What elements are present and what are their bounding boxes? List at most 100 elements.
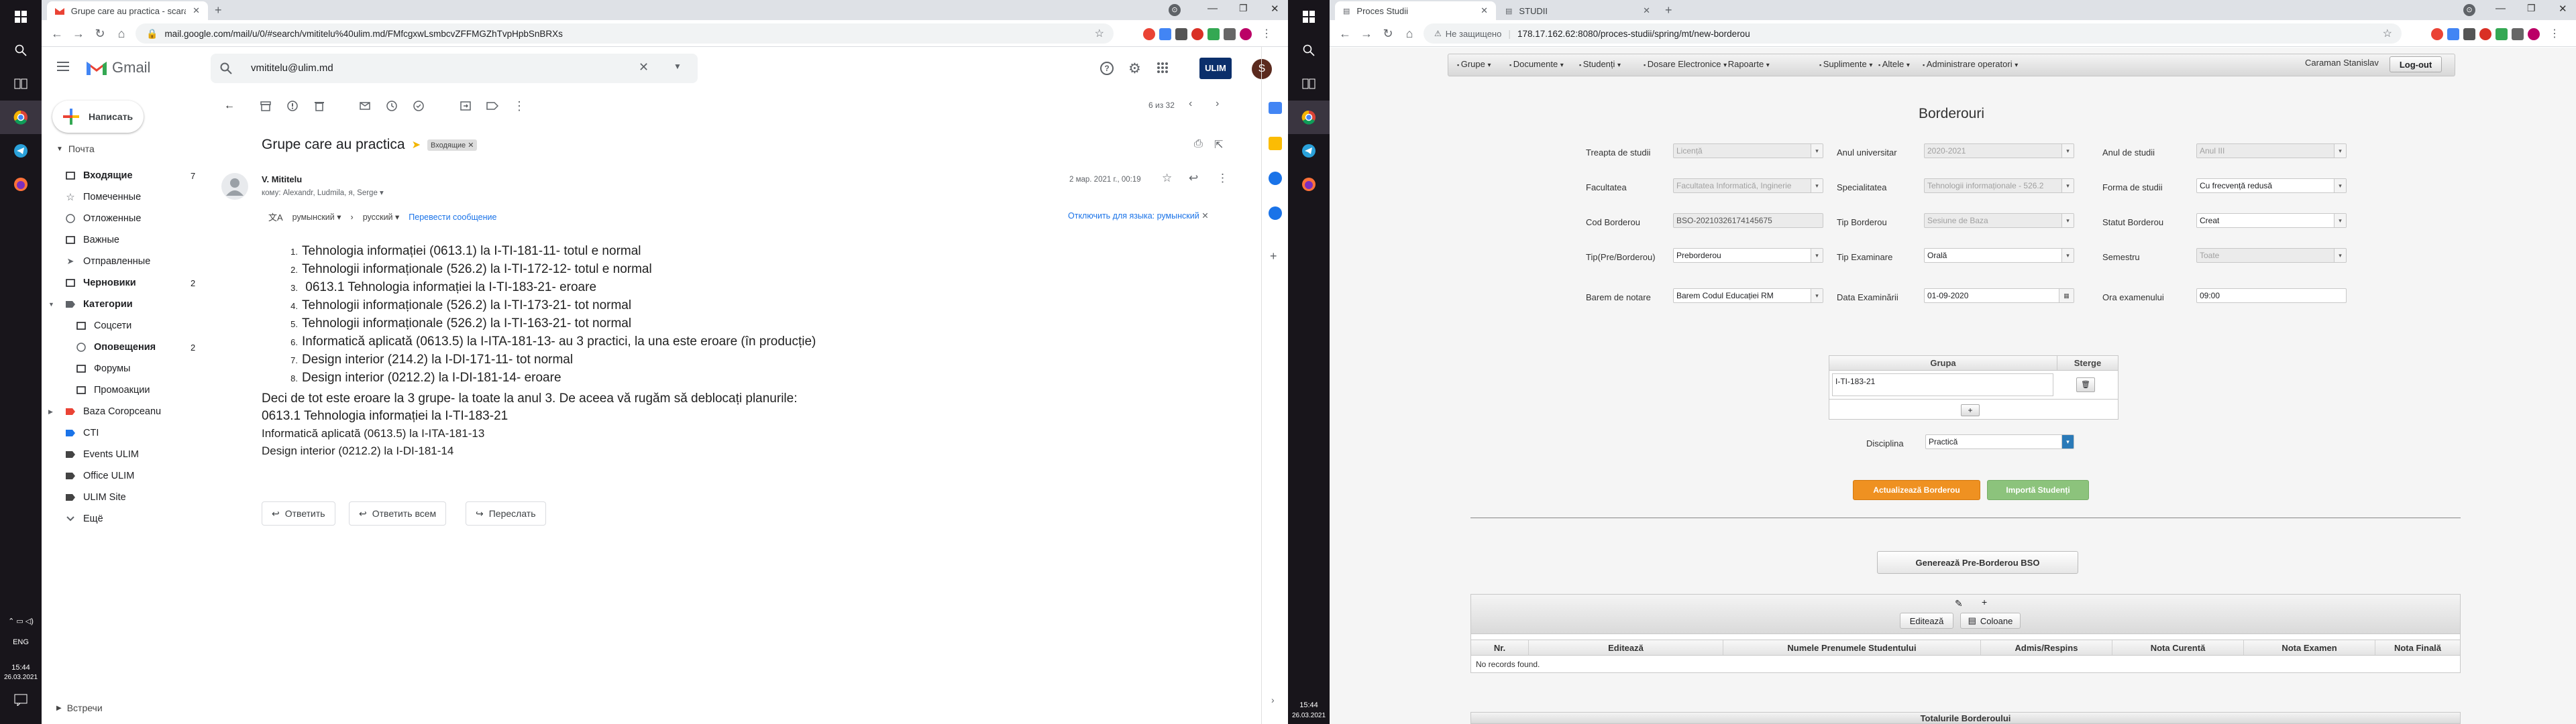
swap-icon[interactable]: › bbox=[351, 213, 354, 222]
sidebar-item-9[interactable]: Форумы bbox=[42, 358, 243, 379]
source-language-select[interactable]: румынский ▾ bbox=[292, 212, 341, 222]
notification-icon[interactable] bbox=[14, 694, 28, 706]
keep-icon[interactable] bbox=[1269, 137, 1282, 150]
new-tab-icon[interactable]: + bbox=[1665, 3, 1672, 17]
minimize-icon[interactable]: — bbox=[1208, 3, 1218, 14]
star-icon[interactable]: ☆ bbox=[1162, 172, 1172, 185]
language-indicator[interactable]: ENG bbox=[0, 638, 42, 646]
search-query[interactable]: vmititelu@ulim.md bbox=[251, 62, 333, 74]
search-icon[interactable] bbox=[1288, 34, 1330, 67]
chrome-icon[interactable] bbox=[0, 101, 42, 134]
settings-gear-icon[interactable]: ⚙ bbox=[1128, 60, 1141, 77]
move-to-icon[interactable] bbox=[458, 98, 474, 114]
start-icon[interactable] bbox=[0, 0, 42, 34]
older-icon[interactable]: › bbox=[1216, 98, 1219, 110]
search-icon[interactable] bbox=[0, 34, 42, 67]
recipients[interactable]: кому: Alexandr, Ludmila, я, Serge ▾ bbox=[262, 188, 384, 197]
extension-2-icon[interactable] bbox=[2447, 28, 2459, 40]
task-view-icon[interactable] bbox=[1288, 67, 1330, 101]
clear-search-icon[interactable]: ✕ bbox=[639, 60, 649, 74]
url-input[interactable]: ⚠ Не защищено | 178.17.162.62:8080/proce… bbox=[1424, 23, 2402, 44]
label-icon[interactable] bbox=[484, 98, 500, 114]
maximize-icon[interactable]: ❐ bbox=[1239, 3, 1248, 14]
menu-item-5[interactable]: ▪ Suplimente ▾ bbox=[1819, 59, 1872, 69]
clock-time[interactable]: 15:44 bbox=[0, 664, 42, 672]
menu-kebab-icon[interactable]: ⋮ bbox=[1261, 27, 1272, 40]
profile-avatar-icon[interactable] bbox=[1240, 28, 1252, 40]
home-icon[interactable]: ⌂ bbox=[1399, 23, 1419, 44]
help-icon[interactable]: ? bbox=[1100, 62, 1114, 75]
back-to-list-icon[interactable]: ← bbox=[221, 98, 237, 114]
gmail-logo[interactable]: Gmail bbox=[85, 59, 150, 76]
compose-button[interactable]: Написать bbox=[52, 101, 144, 133]
menu-item-4[interactable]: ▪ Rapoarte ▾ bbox=[1724, 59, 1770, 69]
menu-item-7[interactable]: ▪ Administrare operatori ▾ bbox=[1923, 59, 2018, 69]
archive-icon[interactable] bbox=[258, 98, 274, 114]
maximize-icon[interactable]: ❐ bbox=[2527, 3, 2536, 14]
meet-section[interactable]: ▶ Встречи bbox=[56, 703, 103, 713]
extension-4-icon[interactable] bbox=[2479, 28, 2491, 40]
sidebar-item-2[interactable]: Отложенные bbox=[42, 208, 243, 229]
show-panel-icon[interactable]: › bbox=[1271, 695, 1275, 705]
ora-input[interactable]: 09:00 bbox=[2196, 288, 2347, 303]
sender-name[interactable]: V. Mititelu bbox=[262, 174, 302, 184]
tippre-select[interactable]: Preborderou ▾ bbox=[1673, 248, 1823, 263]
sidebar-item-14[interactable]: Office ULIM bbox=[42, 465, 243, 487]
print-icon[interactable]: ⎙ bbox=[1194, 138, 1203, 150]
reply-all-button[interactable]: ↩ Ответить всем bbox=[349, 501, 447, 526]
mail-section-header[interactable]: ▼ Почта bbox=[56, 143, 95, 154]
menu-item-1[interactable]: ▪ Documente ▾ bbox=[1509, 59, 1564, 69]
expand-icon[interactable]: ▼ bbox=[48, 301, 54, 308]
extension-1-icon[interactable] bbox=[1143, 28, 1155, 40]
sidebar-item-0[interactable]: Входящие 7 bbox=[42, 165, 243, 186]
disable-translate-link[interactable]: Отключить для языка: румынский ✕ bbox=[1068, 210, 1209, 221]
barem-select[interactable]: Barem Codul Educației RM ▾ bbox=[1673, 288, 1823, 303]
col-nota-curenta[interactable]: Nota Curentă bbox=[2112, 640, 2244, 655]
apps-grid-icon[interactable] bbox=[1157, 62, 1169, 74]
home-icon[interactable]: ⌂ bbox=[111, 23, 131, 44]
col-nota-finala[interactable]: Nota Finală bbox=[2375, 640, 2460, 655]
sidebar-item-15[interactable]: ULIM Site bbox=[42, 487, 243, 508]
col-nume[interactable]: Numele Prenumele Studentului bbox=[1723, 640, 1981, 655]
grupa-input[interactable]: I-TI-183-21 bbox=[1832, 373, 2053, 396]
telegram-icon[interactable] bbox=[1288, 134, 1330, 168]
forward-button[interactable]: ↪ Переслать bbox=[466, 501, 546, 526]
ulim-logo[interactable]: ULIM bbox=[1199, 58, 1232, 79]
back-icon[interactable]: ← bbox=[1335, 23, 1355, 44]
extension-1-icon[interactable] bbox=[2431, 28, 2443, 40]
sidebar-item-10[interactable]: Промоакции bbox=[42, 379, 243, 401]
extension-5-icon[interactable] bbox=[2496, 28, 2508, 40]
statut-select[interactable]: Creat ▾ bbox=[2196, 213, 2347, 228]
start-icon[interactable] bbox=[1288, 0, 1330, 34]
task-view-icon[interactable] bbox=[0, 67, 42, 101]
new-tab-icon[interactable]: + bbox=[215, 3, 222, 17]
sender-avatar[interactable] bbox=[221, 173, 248, 200]
sidebar-item-3[interactable]: Важные bbox=[42, 229, 243, 251]
add-task-icon[interactable] bbox=[411, 98, 427, 114]
forward-icon[interactable]: → bbox=[68, 23, 89, 44]
importance-marker-icon[interactable]: ➤ bbox=[412, 138, 421, 152]
col-admis[interactable]: Admis/Respins bbox=[1981, 640, 2112, 655]
calendar-icon[interactable] bbox=[1269, 102, 1282, 114]
forward-icon[interactable]: → bbox=[1356, 23, 1377, 44]
col-nota-examen[interactable]: Nota Examen bbox=[2244, 640, 2375, 655]
import-students-button[interactable]: Importă Studenți bbox=[1987, 480, 2089, 500]
mark-unread-icon[interactable] bbox=[357, 98, 373, 114]
col-editeaza[interactable]: Editează bbox=[1529, 640, 1723, 655]
sidebar-item-12[interactable]: CTI bbox=[42, 422, 243, 444]
tab-proces-studii[interactable]: ▤ Proces Studii ✕ bbox=[1335, 1, 1496, 20]
add-tool-icon[interactable]: + bbox=[1982, 597, 1987, 607]
search-icon[interactable] bbox=[220, 62, 232, 74]
tray-icons[interactable]: ⌃ ▭ ◁) bbox=[0, 617, 42, 625]
close-translate-icon[interactable]: ✕ bbox=[1201, 211, 1208, 221]
add-group-button[interactable]: + bbox=[1961, 404, 1980, 416]
main-menu-icon[interactable] bbox=[55, 57, 75, 77]
profile-avatar-icon[interactable] bbox=[2528, 28, 2540, 40]
close-window-icon[interactable]: ✕ bbox=[1271, 3, 1279, 15]
label-chip[interactable]: Входящие ✕ bbox=[427, 139, 478, 151]
menu-item-3[interactable]: ▪ Dosare Electronice ▾ bbox=[1644, 59, 1727, 69]
tasks-icon[interactable] bbox=[1269, 172, 1282, 185]
update-borderou-button[interactable]: Actualizează Borderou bbox=[1853, 480, 1980, 500]
url-input[interactable]: 🔒 mail.google.com/mail/u/0/#search/vmiti… bbox=[136, 23, 1114, 44]
tab-close-icon[interactable]: ✕ bbox=[1643, 5, 1650, 16]
